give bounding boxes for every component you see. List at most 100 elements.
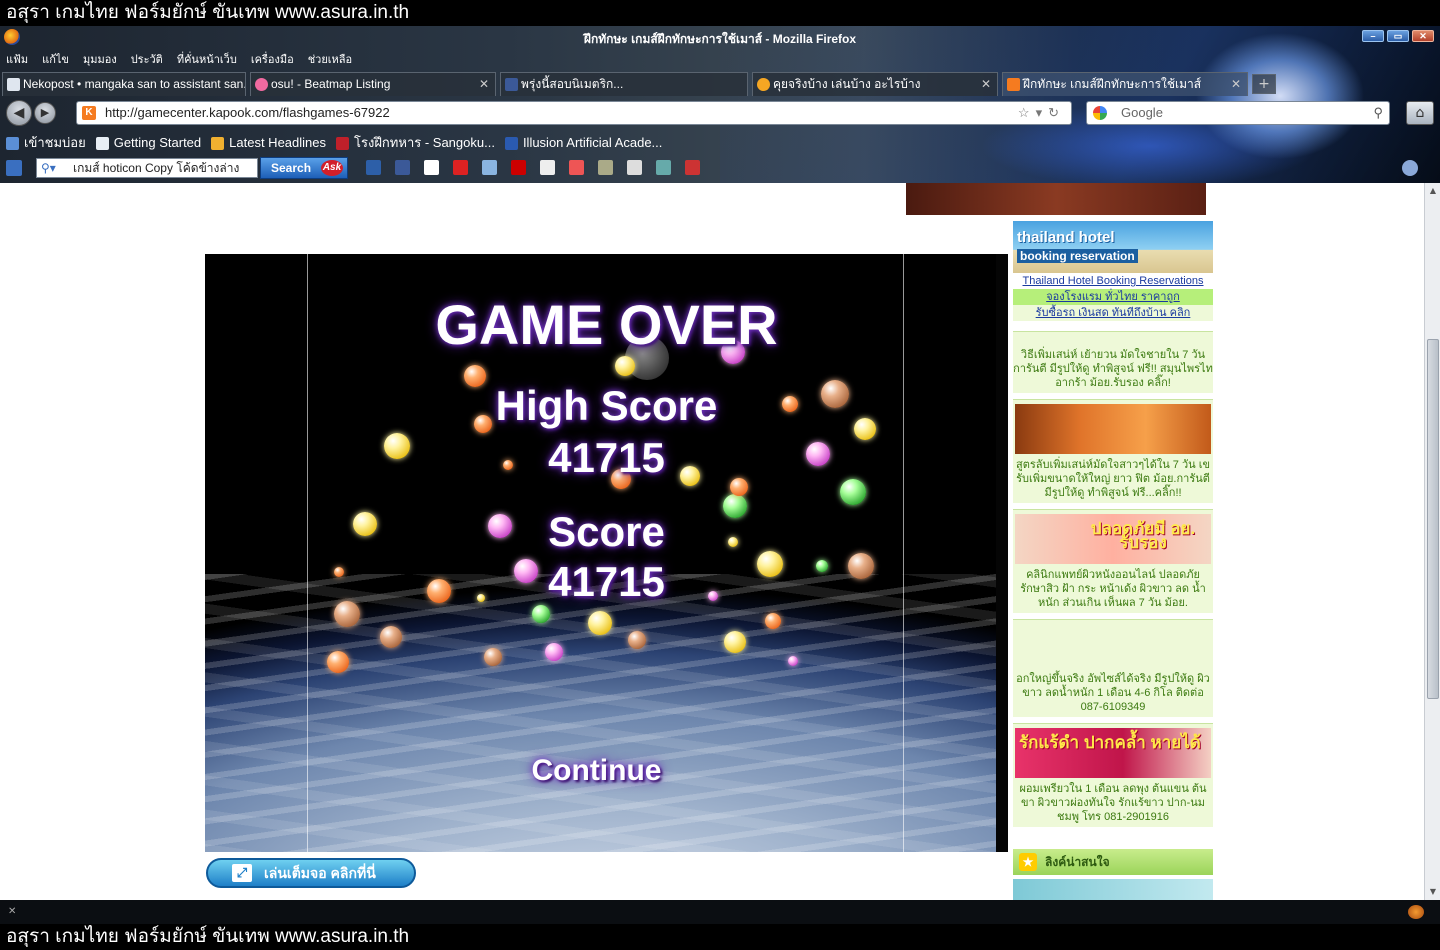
ad-image-label: รักแร้ดำ ปากคล้ำ หายได้ bbox=[1019, 733, 1201, 752]
menu-tools[interactable]: เครื่องมือ bbox=[251, 50, 294, 70]
ad-item[interactable]: ปลอดภัยมี อย. รับรอง คลินิกแพทย์ผิวหนังอ… bbox=[1013, 509, 1213, 613]
kmp-icon[interactable] bbox=[6, 160, 22, 176]
new-tab-button[interactable]: + bbox=[1252, 74, 1276, 94]
link-hotel-booking[interactable]: Thailand Hotel Booking Reservations bbox=[1013, 273, 1213, 289]
address-bar[interactable]: K http://gamecenter.kapook.com/flashgame… bbox=[76, 101, 1072, 125]
bubble bbox=[484, 648, 502, 666]
news-icon[interactable] bbox=[656, 160, 671, 175]
ad-image: ปลอดภัยมี อย. รับรอง bbox=[1015, 514, 1211, 564]
facebook-icon[interactable] bbox=[395, 160, 410, 175]
ask-query-text: เกมส์ hoticon Copy โค้ดข้างล่าง bbox=[73, 161, 240, 175]
continue-button[interactable]: Continue bbox=[205, 754, 998, 788]
illusion-icon bbox=[504, 136, 518, 150]
weather-icon[interactable] bbox=[366, 160, 381, 175]
bookmark-latest-headlines[interactable]: Latest Headlines bbox=[211, 132, 326, 154]
link-car-buy[interactable]: รับซื้อรถ เงินสด ทันทีถึงบ้าน คลิก bbox=[1013, 305, 1213, 321]
game-icon[interactable] bbox=[540, 160, 555, 175]
menu-edit[interactable]: แก้ไข bbox=[42, 50, 69, 70]
cnn-icon[interactable] bbox=[511, 160, 526, 175]
search-placeholder: Google bbox=[1121, 105, 1163, 120]
tab-nekopost[interactable]: Nekopost • mangaka san to assistant san.… bbox=[2, 72, 246, 96]
bookmark-sangoku[interactable]: โรงฝึกทหาร - Sangoku... bbox=[336, 132, 495, 154]
tab-strip: Nekopost • mangaka san to assistant san.… bbox=[0, 72, 1280, 96]
kapook-icon bbox=[1007, 78, 1020, 91]
vertical-scrollbar[interactable]: ▲ ▼ bbox=[1424, 183, 1440, 900]
close-tab-icon[interactable]: ✕ bbox=[479, 73, 489, 95]
minimize-button[interactable]: – bbox=[1362, 30, 1384, 42]
score-value: 41715 bbox=[548, 558, 665, 605]
youtube-icon[interactable] bbox=[453, 160, 468, 175]
high-score-label: High Score bbox=[495, 382, 718, 429]
section-title: ลิงค์น่าสนใจ bbox=[1045, 855, 1110, 869]
menu-history[interactable]: ประวัติ bbox=[131, 50, 163, 70]
menu-file[interactable]: แฟ้ม bbox=[6, 50, 28, 70]
ad-image bbox=[1015, 404, 1211, 454]
bookmark-getting-started[interactable]: Getting Started bbox=[95, 132, 201, 154]
menu-help[interactable]: ช่วยเหลือ bbox=[308, 50, 352, 70]
puzzle-icon[interactable] bbox=[598, 160, 613, 175]
forward-button[interactable]: ▶ bbox=[34, 102, 56, 124]
tab-label: osu! - Beatmap Listing bbox=[271, 77, 391, 91]
search-button-label: Search bbox=[271, 161, 312, 175]
ask-search-input[interactable]: ⚲▾ เกมส์ hoticon Copy โค้ดข้างล่าง bbox=[36, 158, 258, 178]
sangoku-icon bbox=[336, 136, 349, 150]
high-score-value: 41715 bbox=[548, 434, 665, 481]
ad-item[interactable]: อกใหญ่ขึ้นจริง อัพไซส์ได้จริง มีรูปให้ดู… bbox=[1013, 619, 1213, 717]
tab-label: พรุ่งนี้สอบนิเมตริก... bbox=[521, 77, 624, 91]
ad-item[interactable]: วิธีเพิ่มเสน่ห์ เย้ายวน มัดใจชายใน 7 วัน… bbox=[1013, 331, 1213, 393]
bubble bbox=[545, 643, 563, 661]
link-hotel-thai[interactable]: จองโรงแรม ทั่วไทย ราคาถูก bbox=[1013, 289, 1213, 305]
amazon-icon[interactable] bbox=[424, 160, 439, 175]
banner-line-2: booking reservation bbox=[1017, 249, 1138, 263]
maximize-button[interactable]: ▭ bbox=[1387, 30, 1409, 42]
site-favicon-icon: K bbox=[82, 106, 96, 120]
ask-logo-icon: Ask bbox=[321, 160, 343, 176]
web-search-box[interactable]: Google ⚲ bbox=[1086, 101, 1390, 125]
addon-status-icon[interactable] bbox=[1408, 905, 1424, 919]
close-tab-icon[interactable]: ✕ bbox=[1231, 73, 1241, 95]
watermark-bottom: อสุรา เกมไทย ฟอร์มยักษ์ ขันเทพ www.asura… bbox=[0, 924, 1440, 950]
settings-gear-icon[interactable] bbox=[1402, 160, 1418, 176]
back-button[interactable]: ◀ bbox=[6, 100, 32, 126]
google-icon[interactable] bbox=[1093, 106, 1107, 120]
tab-forum[interactable]: คุยจริงบ้าง เล่นบ้าง อะไรบ้าง ✕ bbox=[752, 72, 998, 96]
music-icon[interactable] bbox=[685, 160, 700, 175]
link-teaser-image[interactable] bbox=[1013, 879, 1213, 900]
ad-item[interactable]: สูตรลับเพิ่มเสน่ห์มัดใจสาวๆได้ใน 7 วัน เ… bbox=[1013, 399, 1213, 503]
ad-image: รักแร้ดำ ปากคล้ำ หายได้ bbox=[1015, 728, 1211, 778]
bubble bbox=[588, 611, 612, 635]
bookmark-label: โรงฝึกทหาร - Sangoku... bbox=[354, 135, 495, 150]
osu-icon bbox=[255, 78, 268, 91]
menu-view[interactable]: มุมมอง bbox=[83, 50, 117, 70]
fullscreen-button[interactable]: ⤢ เล่นเต็มจอ คลิกที่นี่ bbox=[206, 858, 416, 888]
fullscreen-label: เล่นเต็มจอ คลิกที่นี่ bbox=[264, 865, 376, 881]
close-tab-icon[interactable]: ✕ bbox=[981, 73, 991, 95]
bubble bbox=[327, 651, 349, 673]
tab-label: คุยจริงบ้าง เล่นบ้าง อะไรบ้าง bbox=[773, 77, 921, 91]
close-findbar-icon[interactable]: ✕ bbox=[8, 906, 16, 917]
bubble bbox=[788, 656, 798, 666]
photo-icon[interactable] bbox=[482, 160, 497, 175]
close-window-button[interactable]: ✕ bbox=[1412, 30, 1434, 42]
menu-bookmarks[interactable]: ที่คั่นหน้าเว็บ bbox=[177, 50, 237, 70]
firefox-addon-icon[interactable] bbox=[569, 160, 584, 175]
bookmarks-toolbar: เข้าชมบ่อย Getting Started Latest Headli… bbox=[0, 132, 662, 154]
magnifier-icon[interactable]: ⚲ bbox=[1373, 102, 1383, 124]
home-button[interactable]: ⌂ bbox=[1406, 101, 1434, 125]
scroll-down-arrow[interactable]: ▼ bbox=[1427, 886, 1439, 898]
banner-line-1: thailand hotel bbox=[1017, 229, 1115, 246]
flash-game[interactable]: GAME OVER High Score 41715 Score 41715 C… bbox=[205, 254, 1008, 852]
tab-facebook[interactable]: พรุ่งนี้สอบนิเมตริก... bbox=[500, 72, 748, 96]
tab-osu[interactable]: osu! - Beatmap Listing ✕ bbox=[250, 72, 496, 96]
ad-text: คลินิกแพทย์ผิวหนังออนไลน์ ปลอดภัย รักษาส… bbox=[1020, 569, 1206, 609]
ad-item[interactable]: รักแร้ดำ ปากคล้ำ หายได้ ผอมเพรียวใน 1 เด… bbox=[1013, 723, 1213, 827]
bookmark-most-visited[interactable]: เข้าชมบ่อย bbox=[6, 132, 86, 154]
top-ad-banner[interactable] bbox=[906, 183, 1206, 215]
bookmark-illusion[interactable]: Illusion Artificial Acade... bbox=[504, 132, 662, 154]
ask-search-button[interactable]: Search Ask bbox=[260, 157, 348, 179]
shield-icon[interactable] bbox=[627, 160, 642, 175]
scroll-thumb[interactable] bbox=[1427, 339, 1439, 699]
tab-kapook-active[interactable]: ฝึกทักษะ เกมส์ฝึกทักษะการใช้เมาส์ ✕ bbox=[1002, 72, 1248, 96]
scroll-up-arrow[interactable]: ▲ bbox=[1427, 185, 1439, 197]
hotel-banner[interactable]: thailand hotel booking reservation bbox=[1013, 221, 1213, 273]
